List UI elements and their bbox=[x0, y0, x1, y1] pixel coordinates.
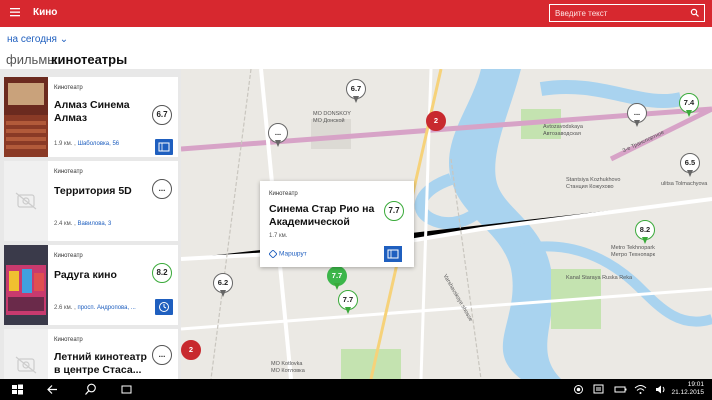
popup-kind: Кинотеатр bbox=[269, 191, 298, 197]
cinema-card[interactable]: Кинотеатр Летний кинотеатр в центре Стас… bbox=[4, 329, 178, 379]
date-filter-dropdown[interactable]: на сегодня ⌄ bbox=[7, 34, 68, 45]
cinema-card[interactable]: Кинотеатр Радуга кино 2.6 км. , просп. А… bbox=[4, 245, 178, 325]
cinema-distance: 1.9 км. bbox=[54, 141, 73, 147]
no-photo-icon bbox=[15, 356, 37, 374]
wifi-icon[interactable] bbox=[633, 382, 648, 397]
map-cinema-pin[interactable]: 6.2 bbox=[213, 273, 233, 297]
cinema-name: Территория 5D bbox=[54, 185, 132, 197]
cinema-name: Алмаз Синема Алмаз bbox=[54, 99, 130, 124]
search-icon[interactable] bbox=[690, 8, 700, 18]
clock-icon bbox=[159, 302, 169, 312]
popup-name: Синема Стар Рио на Академической bbox=[269, 203, 375, 228]
ticket-icon bbox=[387, 249, 399, 259]
route-link[interactable]: Маршрут bbox=[269, 250, 307, 258]
map-cinema-pin[interactable]: ... bbox=[627, 103, 647, 127]
record-icon[interactable] bbox=[571, 382, 586, 397]
popup-rating: 7.7 bbox=[384, 201, 404, 221]
cinema-address[interactable]: Вавилова, 3 bbox=[77, 221, 111, 227]
map-label: Станция Кожухово bbox=[566, 184, 614, 190]
map-cluster-pin[interactable]: 2 bbox=[426, 111, 446, 131]
map-cinema-pin[interactable]: 8.2 bbox=[635, 220, 655, 244]
cinema-distance: 2.4 км. bbox=[54, 221, 73, 227]
cinema-list[interactable]: Кинотеатр Алмаз Синема Алмаз 1.9 км. , Ш… bbox=[0, 69, 181, 379]
cinema-card[interactable]: Кинотеатр Территория 5D 2.4 км. , Вавило… bbox=[4, 161, 178, 241]
taskbar-clock[interactable]: 19:01 21.12.2015 bbox=[671, 381, 704, 397]
cinema-kind: Кинотеатр bbox=[54, 169, 83, 175]
notifications-icon[interactable] bbox=[591, 382, 606, 397]
route-label: Маршрут bbox=[279, 250, 307, 258]
cinema-rating: ... bbox=[152, 345, 172, 365]
map-label: Avtozavodskaya bbox=[543, 124, 583, 130]
windows-taskbar: 19:01 21.12.2015 bbox=[0, 379, 712, 400]
popup-distance: 1.7 км. bbox=[269, 233, 288, 239]
map-label: Автозаводская bbox=[543, 131, 581, 137]
app-window: Кино на сегодня ⌄ фильмы кинотеатры Кино… bbox=[0, 0, 712, 400]
cinema-rating: 8.2 bbox=[152, 263, 172, 283]
cinema-rating: 6.7 bbox=[152, 105, 172, 125]
map-label: Metro Tekhnopark bbox=[611, 245, 655, 251]
task-view-icon[interactable] bbox=[119, 382, 134, 397]
cinema-photo-placeholder bbox=[4, 329, 48, 379]
hamburger-menu-icon[interactable] bbox=[9, 6, 21, 18]
volume-icon[interactable] bbox=[653, 382, 668, 397]
cinema-meta: 2.4 км. , Вавилова, 3 bbox=[54, 221, 112, 227]
clock-time: 19:01 bbox=[687, 381, 704, 388]
tab-cinemas[interactable]: кинотеатры bbox=[51, 52, 127, 67]
cinema-name: Летний кинотеатр в центре Стаса... bbox=[54, 351, 147, 376]
cinema-meta: 1.9 км. , Шаболовка, 56 bbox=[54, 141, 120, 147]
cinema-address[interactable]: просп. Андропова, ... bbox=[77, 305, 135, 311]
cinema-photo-placeholder bbox=[4, 161, 48, 241]
map-cinema-pin[interactable]: 6.7 bbox=[346, 79, 366, 103]
cinema-distance: 2.6 км. bbox=[54, 305, 73, 311]
map-cinema-pin[interactable]: 7.7 bbox=[338, 290, 358, 314]
cinema-kind: Кинотеатр bbox=[54, 253, 83, 259]
ticket-button[interactable] bbox=[384, 246, 402, 262]
date-filter-label: на сегодня bbox=[7, 34, 57, 45]
cinema-popup[interactable]: Кинотеатр Синема Стар Рио на Академическ… bbox=[260, 181, 414, 267]
map-label: MO DONSKOY bbox=[313, 111, 351, 117]
ticket-icon bbox=[158, 142, 170, 152]
cinema-address[interactable]: Шаболовка, 56 bbox=[77, 141, 119, 147]
chevron-down-icon: ⌄ bbox=[59, 34, 69, 45]
map-label: МО Донской bbox=[313, 118, 345, 124]
route-icon bbox=[269, 250, 277, 258]
cinema-photo bbox=[4, 77, 48, 157]
windows-start-icon[interactable] bbox=[10, 382, 25, 397]
cinema-photo bbox=[4, 245, 48, 325]
map-label: MO Kotlovka bbox=[271, 361, 303, 367]
map-label: ulitsa Tolmachyova bbox=[661, 181, 708, 187]
cinema-card[interactable]: Кинотеатр Алмаз Синема Алмаз 1.9 км. , Ш… bbox=[4, 77, 178, 157]
cinema-kind: Кинотеатр bbox=[54, 337, 83, 343]
map-cinema-pin[interactable]: ... bbox=[268, 123, 288, 147]
map-label: Stantsiya Kozhukhovo bbox=[566, 177, 621, 183]
map-label: Метро Технопарк bbox=[611, 252, 656, 258]
cinema-meta: 2.6 км. , просп. Андропова, ... bbox=[54, 305, 136, 311]
map-cluster-pin[interactable]: 2 bbox=[181, 340, 201, 360]
cinema-name: Радуга кино bbox=[54, 269, 117, 281]
cinema-rating: ... bbox=[152, 179, 172, 199]
search-input[interactable] bbox=[555, 8, 685, 19]
cinema-kind: Кинотеатр bbox=[54, 85, 83, 91]
search-box[interactable] bbox=[549, 4, 705, 22]
map-cinema-pin[interactable]: 6.5 bbox=[680, 153, 700, 177]
map-cinema-pin[interactable]: 7.4 bbox=[679, 93, 699, 117]
map-label: МО Котловка bbox=[271, 368, 305, 374]
map-label: Kanal Staraya Ruska Reka bbox=[566, 275, 633, 281]
back-arrow-icon[interactable] bbox=[45, 382, 60, 397]
title-bar: Кино bbox=[0, 0, 712, 27]
map-cinema-pin-selected[interactable]: 7.7 bbox=[327, 266, 347, 290]
tab-films[interactable]: фильмы bbox=[6, 52, 57, 67]
ticket-button[interactable] bbox=[155, 139, 173, 155]
battery-icon bbox=[614, 386, 627, 393]
clock-date: 21.12.2015 bbox=[671, 389, 704, 396]
no-photo-icon bbox=[15, 192, 37, 210]
showtimes-button[interactable] bbox=[155, 299, 173, 315]
app-title: Кино bbox=[33, 7, 58, 18]
search-icon[interactable] bbox=[83, 382, 98, 397]
